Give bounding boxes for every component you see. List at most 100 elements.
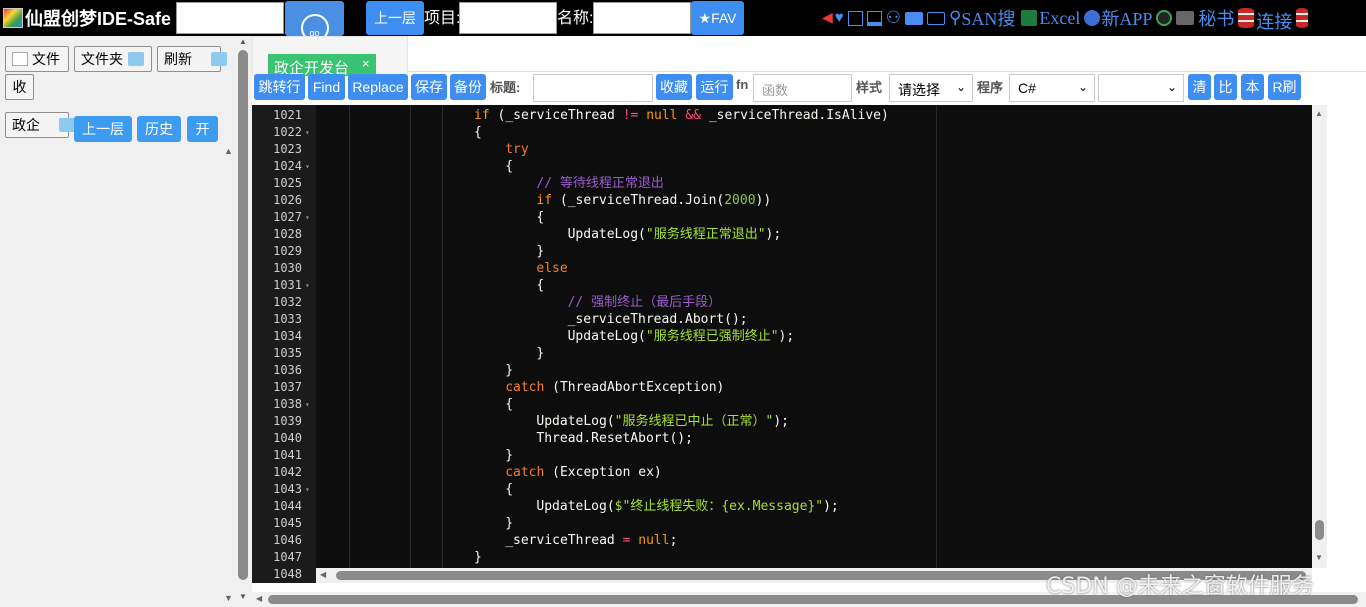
code-line[interactable]: 1029} bbox=[252, 243, 1312, 260]
code-line[interactable]: 1032 // 强制终止（最后手段） bbox=[252, 294, 1312, 311]
left-up-level-button[interactable]: 上一层 bbox=[74, 116, 132, 142]
code-line[interactable]: 1047} bbox=[252, 549, 1312, 566]
code-line[interactable]: 1028 UpdateLog("服务线程正常退出"); bbox=[252, 226, 1312, 243]
style-select-value: 请选择 bbox=[898, 82, 940, 98]
san-search-link[interactable]: SAN搜 bbox=[961, 5, 1015, 31]
user-icon[interactable]: ⚇ bbox=[886, 8, 901, 28]
compare-button[interactable]: 比 bbox=[1214, 74, 1237, 100]
scroll-left-arrow-icon[interactable]: ◀ bbox=[256, 594, 262, 603]
code-line[interactable]: 1041} bbox=[252, 447, 1312, 464]
code-line[interactable]: 1024 ▾ { bbox=[252, 158, 1312, 175]
project-input[interactable] bbox=[459, 2, 557, 34]
backup-button[interactable]: 备份 bbox=[450, 74, 486, 100]
panel-scroll-thumb[interactable] bbox=[238, 50, 248, 580]
clear-button[interactable]: 清 bbox=[1188, 74, 1211, 100]
code-line[interactable]: 1026 if (_serviceThread.Join(2000)) bbox=[252, 192, 1312, 209]
code-line[interactable]: 1042 catch (Exception ex) bbox=[252, 464, 1312, 481]
code-line[interactable]: 1030 else bbox=[252, 260, 1312, 277]
run-button[interactable]: 运行 bbox=[696, 74, 733, 100]
up-level-button[interactable]: 上一层 bbox=[366, 1, 424, 35]
fav-button[interactable]: ★FAV bbox=[691, 1, 744, 35]
style-select[interactable]: 请选择 ⌄ bbox=[889, 74, 973, 102]
database-small-icon[interactable] bbox=[1296, 8, 1309, 28]
address-input[interactable] bbox=[176, 2, 284, 34]
title-input[interactable] bbox=[533, 74, 653, 102]
code-line[interactable]: 1027 ▾ { bbox=[252, 209, 1312, 226]
fold-arrow-icon[interactable]: ▾ bbox=[305, 277, 310, 294]
code-line[interactable]: 1044 UpdateLog($"终止线程失败：{ex.Message}"); bbox=[252, 498, 1312, 515]
connect-link[interactable]: 连接 bbox=[1256, 8, 1292, 34]
search-icon[interactable]: ⚲ bbox=[949, 8, 961, 28]
fold-arrow-icon[interactable]: ▾ bbox=[305, 209, 310, 226]
code-editor[interactable]: 1021 if (_serviceThread != null && _servi… bbox=[252, 105, 1312, 583]
code-line[interactable]: 1034 UpdateLog("服务线程已强制终止"); bbox=[252, 328, 1312, 345]
code-line[interactable]: 1036} bbox=[252, 362, 1312, 379]
scroll-down-arrow-icon[interactable]: ▼ bbox=[221, 593, 236, 603]
scroll-left-arrow-icon[interactable]: ◀ bbox=[320, 570, 326, 579]
code-line[interactable]: 1022 ▾ { bbox=[252, 124, 1312, 141]
code-line[interactable]: 1025 // 等待线程正常退出 bbox=[252, 175, 1312, 192]
code-line[interactable]: 1040 Thread.ResetAbort(); bbox=[252, 430, 1312, 447]
name-input[interactable] bbox=[593, 2, 691, 34]
split-scroll-down-icon[interactable]: ▼ bbox=[239, 592, 247, 601]
code-line[interactable]: 1031 ▾ { bbox=[252, 277, 1312, 294]
code-line[interactable]: 1045} bbox=[252, 515, 1312, 532]
collapse-button[interactable]: 收 bbox=[5, 74, 34, 100]
code-line[interactable]: 1046 _serviceThread = null; bbox=[252, 532, 1312, 549]
split-scroll-up-icon[interactable]: ▲ bbox=[239, 37, 247, 46]
code-line[interactable]: 1033 _serviceThread.Abort(); bbox=[252, 311, 1312, 328]
code-line[interactable]: 1023 try bbox=[252, 141, 1312, 158]
folder-icon[interactable] bbox=[904, 11, 923, 25]
code-line[interactable]: 1021 if (_serviceThread != null && _servi… bbox=[252, 107, 1312, 124]
code-line[interactable]: 1043 ▾ { bbox=[252, 481, 1312, 498]
fold-arrow-icon[interactable]: ▾ bbox=[305, 481, 310, 498]
heart-icon[interactable]: ♥ bbox=[835, 10, 844, 27]
panel-icon[interactable] bbox=[866, 10, 882, 26]
extra-select[interactable]: ⌄ bbox=[1098, 74, 1184, 102]
gov-folder-button[interactable]: 政企 bbox=[5, 112, 75, 138]
secretary-link[interactable]: 秘书 bbox=[1198, 5, 1234, 31]
folder-button[interactable]: 文件夹 bbox=[74, 46, 152, 72]
code-text: UpdateLog($"终止线程失败：{ex.Message}"); bbox=[536, 498, 838, 515]
local-button[interactable]: 本 bbox=[1241, 74, 1264, 100]
code-line[interactable]: 1038 ▾ { bbox=[252, 396, 1312, 413]
favorite-button[interactable]: 收藏 bbox=[656, 74, 692, 100]
program-select[interactable]: C# ⌄ bbox=[1009, 74, 1095, 102]
go-button[interactable]: go bbox=[285, 1, 344, 42]
fold-arrow-icon[interactable]: ▾ bbox=[305, 124, 310, 141]
excel-link[interactable]: Excel bbox=[1039, 8, 1080, 29]
printer-icon[interactable] bbox=[1176, 11, 1195, 25]
jump-line-button[interactable]: 跳转行 bbox=[254, 74, 305, 100]
token-brace-close: } bbox=[536, 346, 545, 361]
refresh-button[interactable]: 刷新 bbox=[157, 46, 227, 72]
new-app-link[interactable]: 新APP bbox=[1101, 5, 1152, 31]
file-button[interactable]: 文件 bbox=[5, 46, 69, 72]
fold-arrow-icon[interactable]: ▾ bbox=[305, 158, 310, 175]
scroll-up-arrow-icon[interactable]: ▲ bbox=[221, 146, 236, 160]
globe-icon[interactable] bbox=[1084, 10, 1101, 26]
fold-arrow-icon[interactable]: ▾ bbox=[305, 396, 310, 413]
code-line[interactable]: 1039 UpdateLog("服务线程已中止（正常）"); bbox=[252, 413, 1312, 430]
find-button[interactable]: Find bbox=[308, 74, 345, 100]
replace-button[interactable]: Replace bbox=[348, 74, 408, 100]
code-line[interactable]: 1035} bbox=[252, 345, 1312, 362]
tab-close-icon[interactable]: × bbox=[362, 56, 370, 71]
save-button[interactable]: 保存 bbox=[411, 74, 447, 100]
excel-icon[interactable] bbox=[1021, 10, 1038, 26]
editor-vertical-scrollbar[interactable]: ▲ ▼ bbox=[1312, 105, 1327, 568]
code-line[interactable]: 1037 catch (ThreadAbortException) bbox=[252, 379, 1312, 396]
database-icon[interactable] bbox=[1238, 8, 1255, 28]
panel-scrollbar[interactable]: ▲ ▼ bbox=[236, 36, 252, 607]
lock-folder-icon[interactable] bbox=[926, 11, 945, 25]
function-input[interactable]: 函数 bbox=[753, 74, 852, 102]
left-scrollbar[interactable] bbox=[221, 146, 236, 607]
history-button[interactable]: 历史 bbox=[137, 116, 181, 142]
r-refresh-button[interactable]: R刷 bbox=[1268, 74, 1301, 100]
scroll-up-arrow-icon[interactable]: ▲ bbox=[1315, 109, 1323, 118]
github-icon[interactable] bbox=[1156, 10, 1173, 26]
open-button[interactable]: 开 bbox=[187, 116, 218, 142]
editor-vscroll-thumb[interactable] bbox=[1315, 520, 1324, 540]
left-arrow-icon[interactable]: ◀ bbox=[822, 10, 833, 27]
scroll-down-arrow-icon[interactable]: ▼ bbox=[1315, 553, 1323, 562]
window-icon[interactable] bbox=[847, 10, 863, 26]
